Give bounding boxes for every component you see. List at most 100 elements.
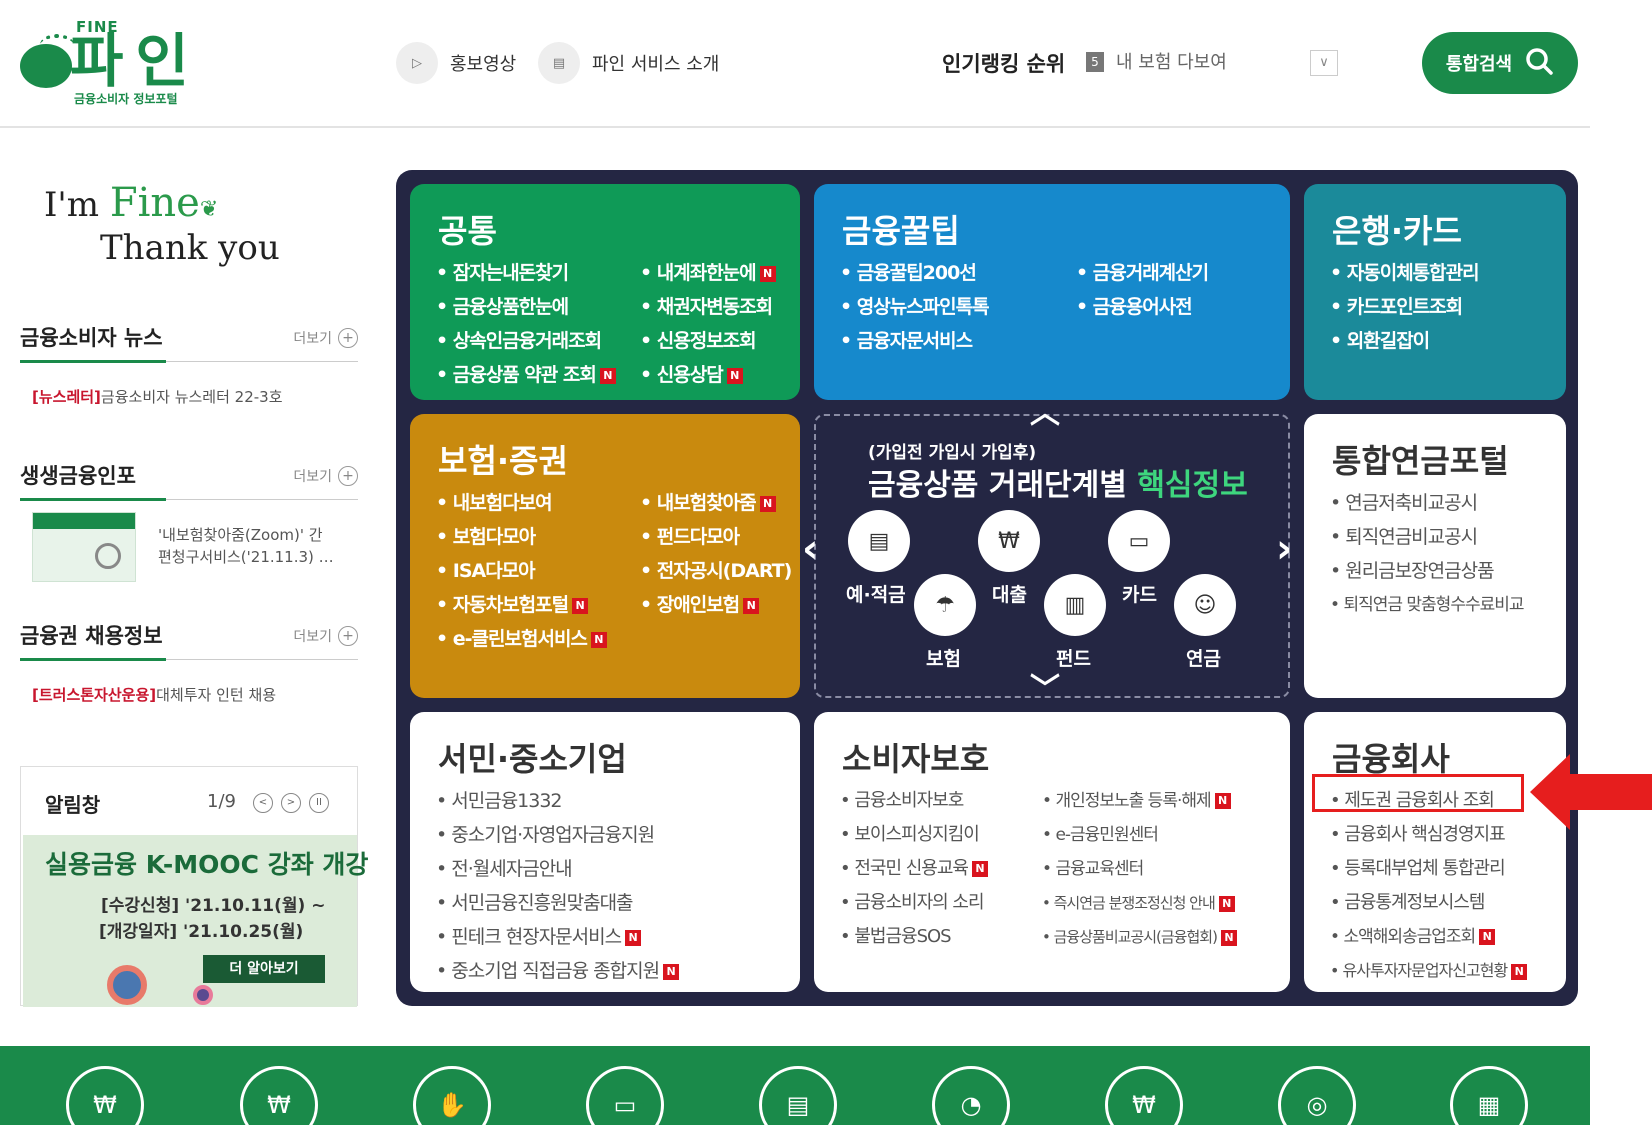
menu-item[interactable]: • 핀테크 현장자문서비스 N	[436, 922, 786, 952]
menu-item[interactable]: • 불법금융SOS	[840, 922, 1028, 952]
menu-item[interactable]: • 개인정보노출 등록·해제 N	[1042, 786, 1290, 816]
menu-item[interactable]: • e-클린보험서비스 N	[436, 624, 626, 654]
hand-coin-icon[interactable]: ✋	[413, 1066, 491, 1125]
coins-icon[interactable]: ◎	[1278, 1066, 1356, 1125]
menu-item[interactable]: • 보험다모아	[436, 522, 626, 552]
menu-item[interactable]: • 퇴직연금비교공시	[1330, 522, 1566, 552]
menu-item[interactable]: • 서민금융진흥원맞춤대출	[436, 888, 786, 918]
chevron-up-icon[interactable]: ︿	[1030, 388, 1060, 432]
family-icon[interactable]: ☺	[1174, 574, 1236, 636]
loan-icon[interactable]: ₩	[978, 510, 1040, 572]
tile-bank-title[interactable]: 은행·카드	[1332, 206, 1462, 252]
menu-item[interactable]: • 전자공시(DART)	[640, 556, 800, 586]
search-button[interactable]: 통합검색	[1422, 32, 1578, 94]
menu-item[interactable]: • 서민금융1332	[436, 786, 786, 816]
tile-pension-title[interactable]: 통합연금포털	[1332, 436, 1509, 482]
piggy-bank-icon[interactable]: ◔	[932, 1066, 1010, 1125]
menu-item[interactable]: • 장애인보험 N	[640, 590, 800, 620]
jobs-more-button[interactable]: 더보기 +	[293, 626, 358, 646]
insurance-label[interactable]: 보험	[926, 644, 961, 671]
menu-item[interactable]: • 금융통계정보시스템	[1330, 888, 1566, 918]
won-refresh-icon[interactable]: ₩	[1105, 1066, 1183, 1125]
menu-item[interactable]: • 전·월세자금안내	[436, 854, 786, 884]
menu-item[interactable]: • 금융상품비교공시(금융협회) N	[1042, 922, 1290, 952]
menu-item[interactable]: • 펀드다모아	[640, 522, 800, 552]
chevron-left-icon[interactable]: ‹	[802, 526, 818, 572]
tile-sme-title[interactable]: 서민·중소기업	[438, 734, 627, 780]
card-label[interactable]: 카드	[1122, 580, 1157, 607]
tile-consumer-title[interactable]: 소비자보호	[842, 734, 989, 780]
menu-item[interactable]: • 자동이체통합관리	[1330, 258, 1560, 288]
service-intro-button[interactable]: ▤ 파인 서비스 소개	[538, 42, 720, 84]
menu-item[interactable]: • 전국민 신용교육 N	[840, 854, 1028, 884]
card-lock-icon[interactable]: ▭	[586, 1066, 664, 1125]
info-thumbnail[interactable]	[32, 512, 136, 582]
building-icon[interactable]: ▦	[1450, 1066, 1528, 1125]
menu-item[interactable]: • 금융소비자의 소리	[840, 888, 1028, 918]
menu-item[interactable]: • 퇴직연금 맞춤형수수료비교	[1330, 590, 1566, 620]
menu-item[interactable]: • 자동차보험포털 N	[436, 590, 626, 620]
search-won-icon[interactable]: ₩	[66, 1066, 144, 1125]
menu-item[interactable]: • 내보험찾아줌 N	[640, 488, 800, 518]
newspaper-icon[interactable]: ▤	[759, 1066, 837, 1125]
service-intro-label: 파인 서비스 소개	[592, 54, 720, 75]
menu-item[interactable]: • 내계좌한눈에 N	[640, 258, 800, 288]
tile-insurance-title[interactable]: 보험·증권	[438, 436, 568, 482]
loan-label[interactable]: 대출	[992, 580, 1027, 607]
menu-item[interactable]: • 금융상품한눈에	[436, 292, 626, 322]
menu-item[interactable]: • 잠자는내돈찾기	[436, 258, 626, 288]
menu-item[interactable]: • 카드포인트조회	[1330, 292, 1560, 322]
news-more-button[interactable]: 더보기 +	[293, 328, 358, 348]
menu-item[interactable]: • 중소기업 직접금융 종합지원 N	[436, 956, 786, 986]
menu-item[interactable]: • 신용정보조회	[640, 326, 800, 356]
notice-banner[interactable]: 실용금융 K-MOOC 강좌 개강 [수강신청] '21.10.11(월) ~ …	[23, 835, 368, 1007]
fund-label[interactable]: 펀드	[1056, 644, 1091, 671]
card-icon[interactable]: ▭	[1108, 510, 1170, 572]
menu-item[interactable]: • 채권자변동조회	[640, 292, 800, 322]
menu-item[interactable]: • 중소기업·자영업자금융지원	[436, 820, 786, 850]
savings-label[interactable]: 예·적금	[846, 580, 906, 607]
menu-item[interactable]: • 연금저축비교공시	[1330, 488, 1566, 518]
chevron-down-icon[interactable]: ∨	[1310, 50, 1338, 76]
menu-item[interactable]: • ISA다모아	[436, 556, 626, 586]
menu-item[interactable]: • 소액해외송금업조회 N	[1330, 922, 1566, 952]
promo-video-button[interactable]: ▷ 홍보영상	[396, 42, 516, 84]
menu-item[interactable]: • 외환길잡이	[1330, 326, 1560, 356]
menu-item[interactable]: • 유사투자자문업자신고현황 N	[1330, 956, 1566, 986]
menu-item[interactable]: • 영상뉴스파인톡톡	[840, 292, 1062, 322]
menu-item[interactable]: • 금융용어사전	[1076, 292, 1290, 322]
menu-item[interactable]: • 금융거래계산기	[1076, 258, 1290, 288]
fund-chart-icon[interactable]: ▥	[1044, 574, 1106, 636]
menu-item[interactable]: • 등록대부업체 통합관리	[1330, 854, 1566, 884]
savings-icon[interactable]: ▤	[848, 510, 910, 572]
pause-icon[interactable]: II	[309, 793, 329, 813]
menu-item[interactable]: • 신용상담 N	[640, 360, 800, 390]
tile-common-title[interactable]: 공통	[438, 206, 497, 252]
menu-item[interactable]: • 상속인금융거래조회	[436, 326, 626, 356]
menu-item[interactable]: • 금융꿀팁200선	[840, 258, 1062, 288]
pension-label[interactable]: 연금	[1186, 644, 1221, 671]
logo-main[interactable]: 파인	[70, 28, 201, 94]
menu-item[interactable]: • 원리금보장연금상품	[1330, 556, 1566, 586]
menu-item[interactable]: • 내보험다보여	[436, 488, 626, 518]
menu-item[interactable]: • 금융자문서비스	[840, 326, 1062, 356]
banner-more-button[interactable]: 더 알아보기	[203, 955, 325, 983]
prev-icon[interactable]: <	[253, 793, 273, 813]
info-more-button[interactable]: 더보기 +	[293, 466, 358, 486]
menu-item[interactable]: • 금융소비자보호	[840, 786, 1028, 816]
menu-item[interactable]: • 금융상품 약관 조회 N	[436, 360, 626, 390]
info-text[interactable]: '내보험찾아줌(Zoom)' 간 편청구서비스('21.11.3) …	[158, 524, 348, 568]
jobs-item[interactable]: [트러스톤자산운용]대체투자 인턴 채용	[32, 684, 276, 705]
next-icon[interactable]: >	[281, 793, 301, 813]
chevron-down-icon[interactable]: ﹀	[1030, 664, 1060, 708]
chevron-right-icon[interactable]: ›	[1276, 526, 1292, 572]
money-bag-icon[interactable]: ₩	[240, 1066, 318, 1125]
umbrella-icon[interactable]: ☂	[914, 574, 976, 636]
news-item[interactable]: [뉴스레터]금융소비자 뉴스레터 22-3호	[32, 386, 283, 407]
menu-item[interactable]: • 금융교육센터	[1042, 854, 1290, 884]
menu-item[interactable]: • 즉시연금 분쟁조정신청 안내 N	[1042, 888, 1290, 918]
menu-item[interactable]: • 보이스피싱지킴이	[840, 820, 1028, 850]
menu-item[interactable]: • e-금융민원센터	[1042, 820, 1290, 850]
ranking-item[interactable]: 내 보험 다보여	[1116, 48, 1227, 74]
tile-tips-title[interactable]: 금융꿀팁	[842, 206, 960, 252]
